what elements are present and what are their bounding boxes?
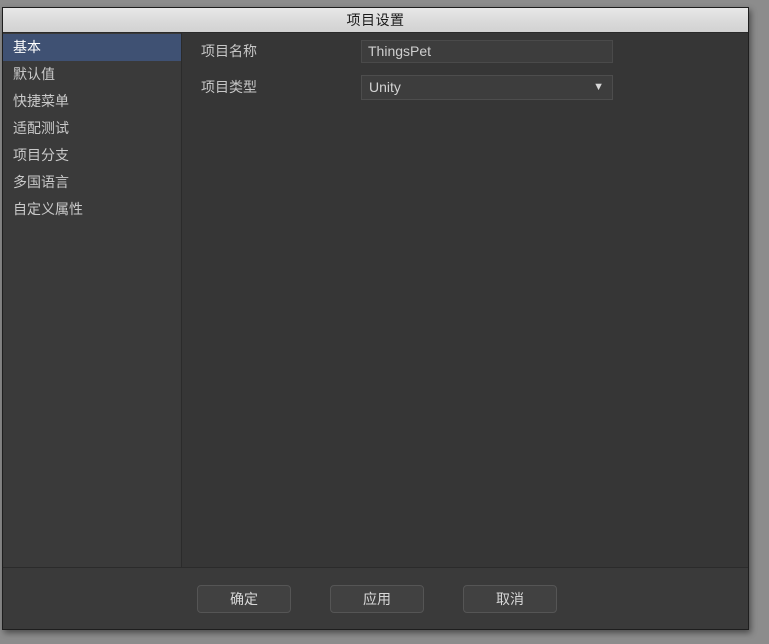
sidebar-item-label: 项目分支 [13,147,69,163]
project-type-value: Unity [369,78,401,95]
chevron-down-icon[interactable]: ▼ [593,76,604,99]
sidebar-item-label: 多国语言 [13,174,69,190]
sidebar-item-project-branch[interactable]: 项目分支 [3,142,181,169]
dialog-footer: 确定 应用 取消 [3,567,748,629]
project-type-label: 项目类型 [201,79,257,95]
sidebar-item-adaptation-test[interactable]: 适配测试 [3,115,181,142]
project-name-row: 项目名称 [182,33,748,69]
sidebar-item-multilanguage[interactable]: 多国语言 [3,169,181,196]
apply-button[interactable]: 应用 [330,584,424,613]
settings-sidebar: 基本 默认值 快捷菜单 适配测试 项目分支 多国语言 自定义属性 [3,33,182,567]
dialog-titlebar: 项目设置 [3,8,748,33]
project-settings-dialog: 项目设置 基本 默认值 快捷菜单 适配测试 项目分支 多国语言 自定义属性 项目… [2,7,749,630]
sidebar-item-custom-properties[interactable]: 自定义属性 [3,196,181,223]
settings-content-panel: 项目名称 项目类型 Unity ▼ [182,33,748,567]
sidebar-item-basic[interactable]: 基本 [3,34,181,61]
sidebar-item-context-menu[interactable]: 快捷菜单 [3,88,181,115]
cancel-button[interactable]: 取消 [463,584,557,613]
sidebar-item-defaults[interactable]: 默认值 [3,61,181,88]
project-type-dropdown[interactable]: Unity ▼ [361,74,613,100]
dialog-body: 基本 默认值 快捷菜单 适配测试 项目分支 多国语言 自定义属性 项目名称 Th… [3,33,748,567]
sidebar-item-label: 自定义属性 [13,201,83,217]
ok-button[interactable]: 确定 [197,584,291,613]
sidebar-item-label: 适配测试 [13,120,69,136]
dialog-title: 项目设置 [346,12,405,28]
sidebar-item-label: 快捷菜单 [13,93,69,109]
project-name-input[interactable] [361,39,613,63]
project-type-row: 项目类型 Unity ▼ [182,69,748,105]
project-name-label: 项目名称 [201,43,257,59]
sidebar-item-label: 默认值 [13,66,55,82]
sidebar-item-label: 基本 [13,39,41,55]
